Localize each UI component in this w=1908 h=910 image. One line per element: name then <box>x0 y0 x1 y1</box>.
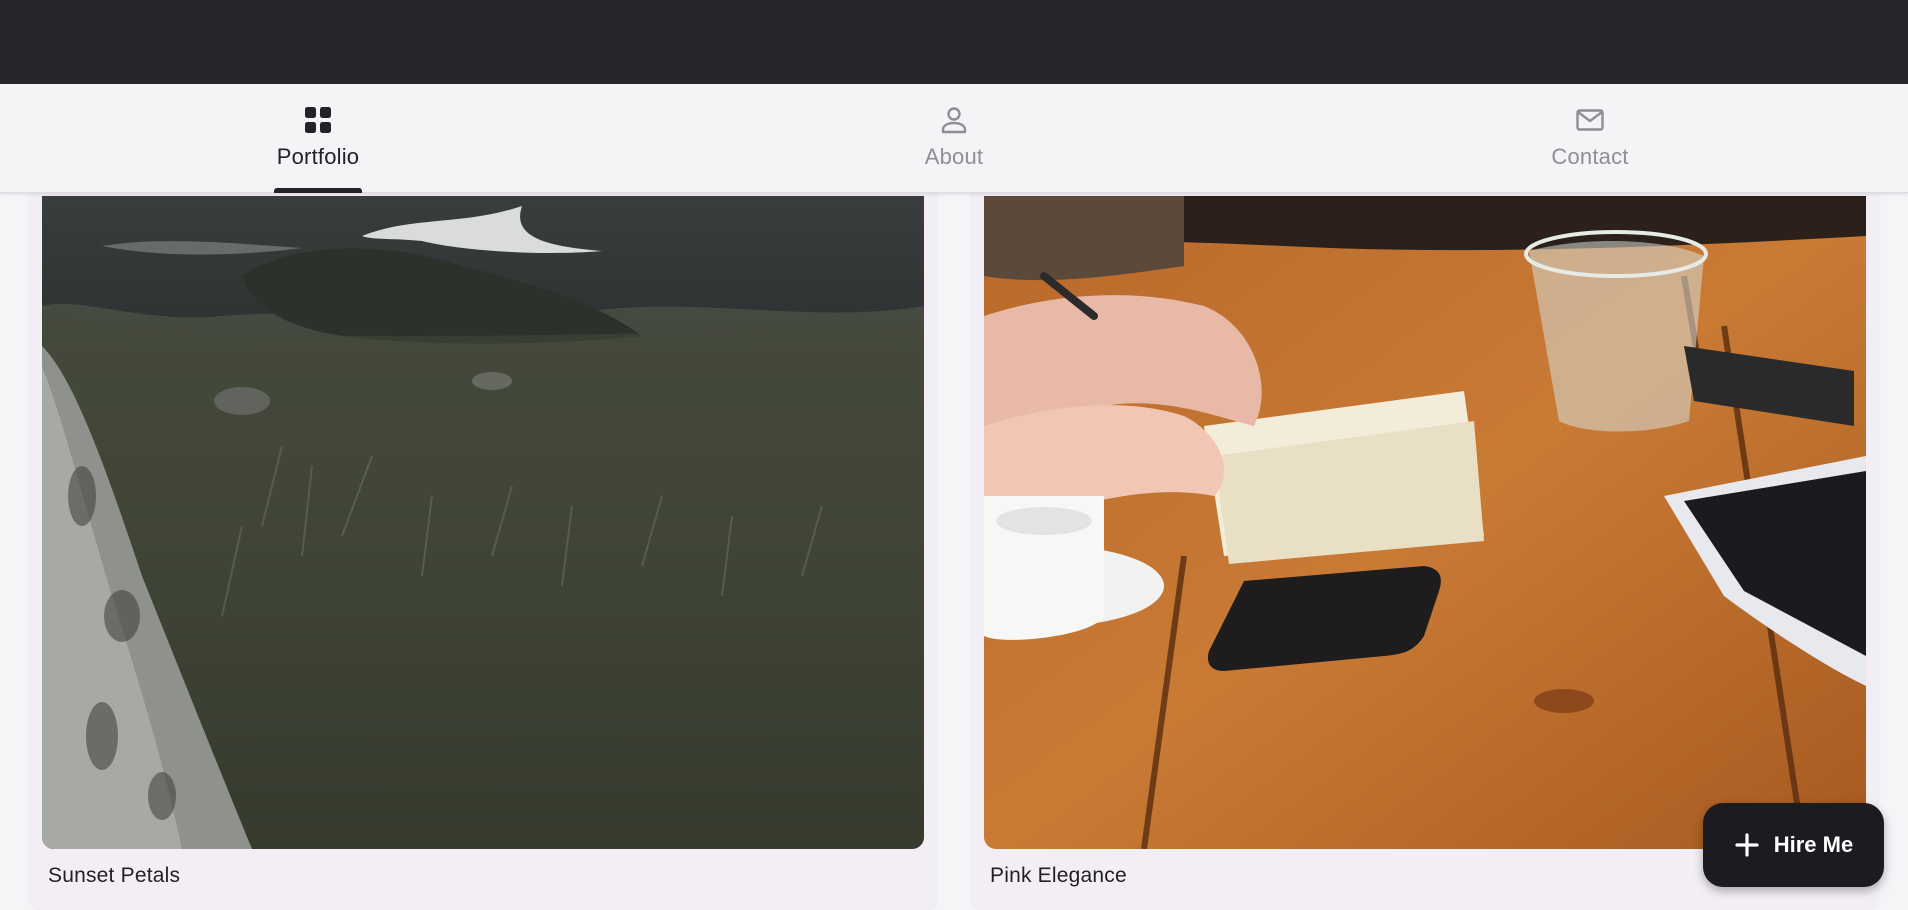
tab-portfolio[interactable]: Portfolio <box>168 84 468 193</box>
tab-contact[interactable]: Contact <box>1440 84 1740 193</box>
portfolio-image-landscape <box>42 196 924 849</box>
hire-me-button[interactable]: Hire Me <box>1703 803 1884 887</box>
tab-about-label: About <box>924 144 984 169</box>
tab-contact-label: Contact <box>1551 144 1629 169</box>
plus-icon <box>1735 833 1759 857</box>
person-icon <box>941 107 967 134</box>
hire-me-label: Hire Me <box>1773 832 1854 857</box>
active-tab-indicator <box>274 188 362 193</box>
tab-portfolio-label: Portfolio <box>276 144 360 169</box>
card-title: Sunset Petals <box>48 864 181 887</box>
tab-bar: Portfolio About Contact <box>0 84 1908 193</box>
card-title: Pink Elegance <box>990 864 1127 887</box>
app-bar <box>0 0 1908 84</box>
portfolio-image-desk <box>984 196 1866 849</box>
grid-icon <box>305 107 331 133</box>
tab-about[interactable]: About <box>804 84 1104 193</box>
mail-icon <box>1576 109 1604 131</box>
